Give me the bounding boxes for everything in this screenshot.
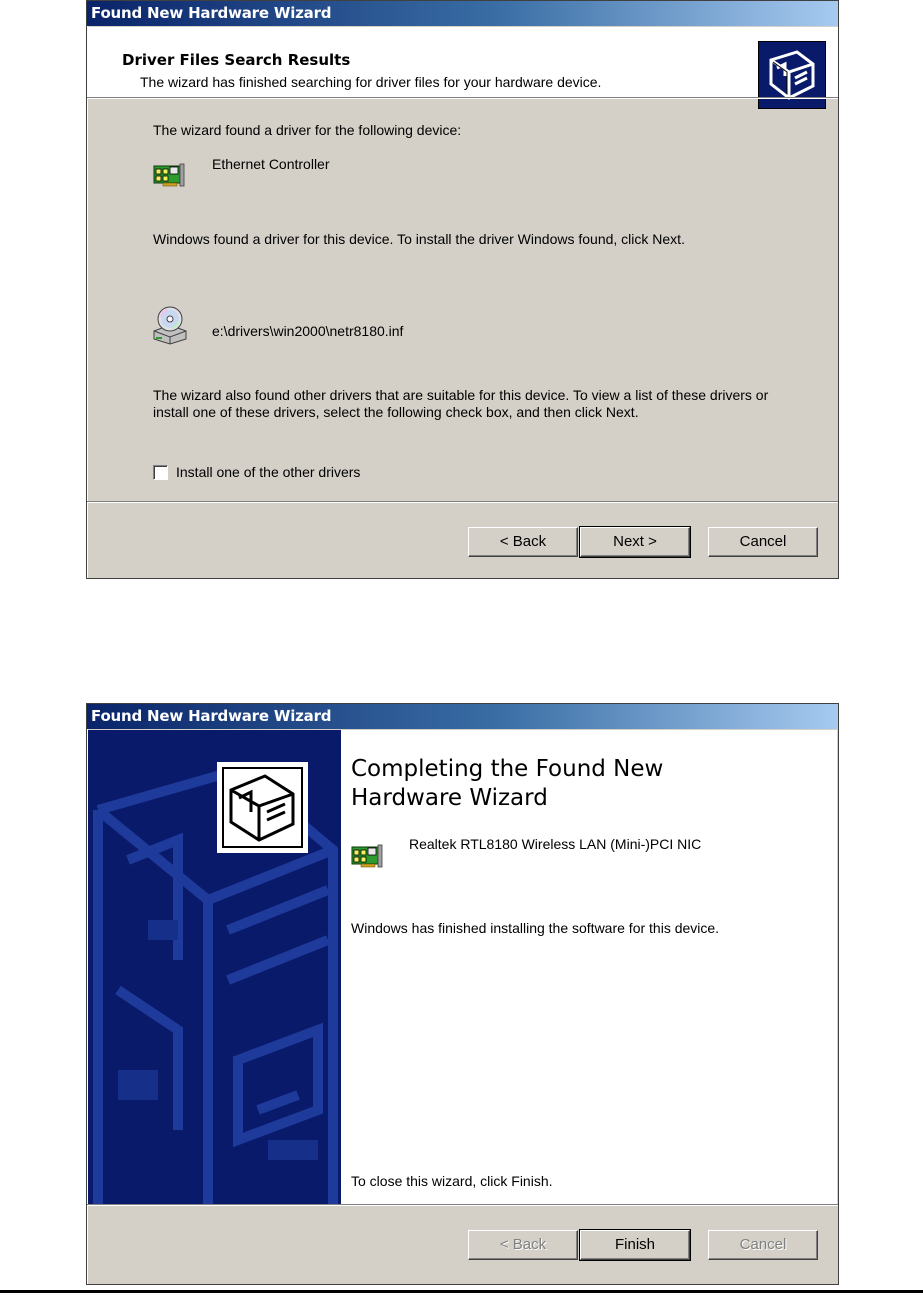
window-title: Found New Hardware Wizard — [91, 4, 332, 22]
wizard-sidebar-graphic — [88, 730, 341, 1204]
cancel-button[interactable]: Cancel — [708, 527, 818, 557]
install-other-drivers-checkbox[interactable] — [153, 465, 168, 480]
network-card-icon — [351, 842, 385, 870]
header-separator — [87, 97, 838, 99]
header-title: Driver Files Search Results — [122, 51, 351, 69]
driver-file-path: e:\drivers\win2000\netr8180.inf — [212, 323, 404, 339]
header-subtitle: The wizard has finished searching for dr… — [140, 74, 602, 90]
completion-heading: Completing the Found New Hardware Wizard — [351, 756, 664, 811]
cd-drive-icon — [150, 305, 190, 345]
page-bottom-rule — [0, 1290, 923, 1293]
footer-separator — [87, 501, 838, 503]
install-instructions: Windows found a driver for this device. … — [153, 231, 685, 247]
back-button[interactable]: < Back — [468, 1230, 578, 1260]
wizard-header: Driver Files Search Results The wizard h… — [87, 27, 838, 109]
window-title: Found New Hardware Wizard — [91, 707, 332, 725]
cancel-button[interactable]: Cancel — [708, 1230, 818, 1260]
title-bar[interactable]: Found New Hardware Wizard — [87, 1, 838, 26]
driver-search-results-dialog: Found New Hardware Wizard Driver Files S… — [86, 0, 839, 579]
wizard-content: Completing the Found New Hardware Wizard… — [341, 730, 837, 1204]
other-drivers-text: The wizard also found other drivers that… — [153, 387, 769, 420]
title-bar[interactable]: Found New Hardware Wizard — [87, 704, 838, 729]
footer-separator — [87, 1204, 838, 1206]
back-button[interactable]: < Back — [468, 527, 578, 557]
finish-button[interactable]: Finish — [579, 1229, 691, 1261]
next-button[interactable]: Next > — [579, 526, 691, 558]
found-driver-text: The wizard found a driver for the follow… — [153, 122, 462, 138]
install-other-drivers-label[interactable]: Install one of the other drivers — [176, 464, 360, 480]
device-name: Realtek RTL8180 Wireless LAN (Mini-)PCI … — [409, 836, 702, 852]
hardware-wizard-icon — [217, 762, 308, 853]
network-card-icon — [153, 161, 187, 189]
completing-wizard-dialog: Found New Hardware Wizard Completing the… — [86, 703, 839, 1285]
device-name: Ethernet Controller — [212, 156, 330, 172]
finished-installing-text: Windows has finished installing the soft… — [351, 920, 720, 936]
close-instructions: To close this wizard, click Finish. — [351, 1173, 553, 1189]
